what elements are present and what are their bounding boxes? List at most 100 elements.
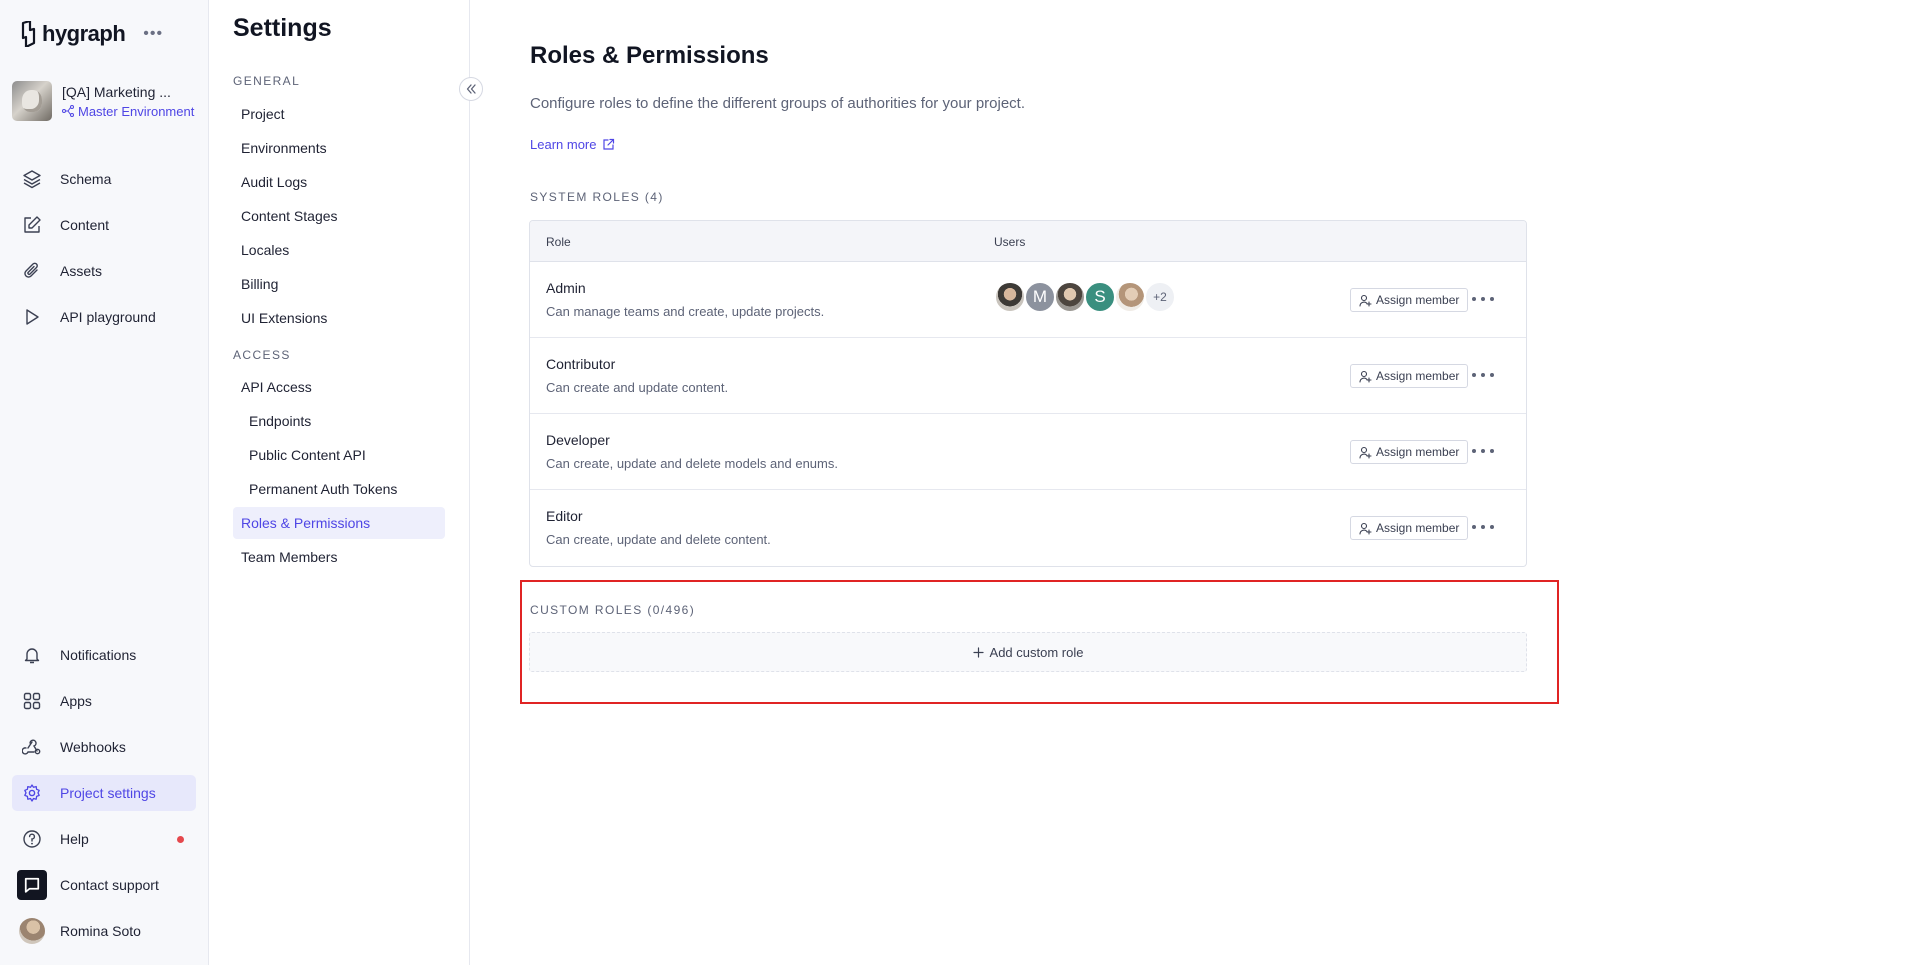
settings-item-audit-logs[interactable]: Audit Logs bbox=[233, 166, 445, 198]
settings-item-public-content-api[interactable]: Public Content API bbox=[233, 439, 445, 471]
section-label-general: GENERAL bbox=[233, 74, 301, 88]
nav-top: Schema Content Assets API playground bbox=[12, 161, 196, 345]
avatar: S bbox=[1084, 281, 1116, 313]
assign-member-label: Assign member bbox=[1376, 293, 1460, 307]
learn-more-link[interactable]: Learn more bbox=[530, 137, 615, 152]
settings-item-billing[interactable]: Billing bbox=[233, 268, 445, 300]
nav-label: Webhooks bbox=[60, 739, 126, 755]
main-content: Roles & Permissions Configure roles to d… bbox=[471, 0, 1916, 965]
nav-item-webhooks[interactable]: Webhooks bbox=[12, 729, 196, 765]
app-sidebar: hygraph ••• [QA] Marketing ... Master En… bbox=[0, 0, 209, 965]
nav-item-notifications[interactable]: Notifications bbox=[12, 637, 196, 673]
edit-icon bbox=[24, 216, 41, 233]
more-options-icon[interactable] bbox=[1472, 368, 1494, 382]
section-label-access: ACCESS bbox=[233, 348, 291, 362]
assign-member-button[interactable]: Assign member bbox=[1350, 364, 1469, 388]
nav-label: Help bbox=[60, 831, 89, 847]
paperclip-icon bbox=[24, 262, 38, 278]
settings-item-ui-extensions[interactable]: UI Extensions bbox=[233, 302, 445, 334]
settings-sidebar: Settings GENERAL Project Environments Au… bbox=[209, 0, 470, 965]
settings-item-api-access[interactable]: API Access bbox=[233, 371, 445, 403]
more-options-icon[interactable]: ••• bbox=[143, 25, 163, 43]
settings-item-endpoints[interactable]: Endpoints bbox=[233, 405, 445, 437]
settings-item-environments[interactable]: Environments bbox=[233, 132, 445, 164]
apps-grid-icon bbox=[23, 692, 41, 710]
nav-bottom: Notifications Apps Webhooks Project sett… bbox=[12, 637, 196, 959]
avatar: M bbox=[1024, 281, 1056, 313]
settings-item-team-members[interactable]: Team Members bbox=[233, 541, 445, 573]
nav-item-help[interactable]: Help bbox=[12, 821, 196, 857]
project-name: [QA] Marketing ... bbox=[62, 83, 171, 100]
role-name: Contributor bbox=[546, 356, 616, 372]
chat-icon bbox=[17, 870, 47, 900]
assign-member-button[interactable]: Assign member bbox=[1350, 440, 1469, 464]
avatar bbox=[1114, 281, 1146, 313]
nav-item-assets[interactable]: Assets bbox=[12, 253, 196, 289]
nav-label: Assets bbox=[60, 263, 103, 279]
role-name: Developer bbox=[546, 432, 610, 448]
assign-member-label: Assign member bbox=[1376, 369, 1460, 383]
role-name: Editor bbox=[546, 508, 583, 524]
assign-member-button[interactable]: Assign member bbox=[1350, 288, 1469, 312]
avatar bbox=[19, 918, 45, 944]
role-description: Can create, update and delete models and… bbox=[546, 456, 838, 471]
more-users-count: +2 bbox=[1144, 281, 1176, 313]
branch-icon bbox=[62, 105, 74, 117]
nav-label: Project settings bbox=[60, 785, 156, 801]
system-roles-label: SYSTEM ROLES (4) bbox=[530, 190, 664, 204]
assign-member-label: Assign member bbox=[1376, 521, 1460, 535]
avatar bbox=[1054, 281, 1086, 313]
nav-item-api-playground[interactable]: API playground bbox=[12, 299, 196, 335]
more-options-icon[interactable] bbox=[1472, 444, 1494, 458]
role-description: Can create and update content. bbox=[546, 380, 729, 395]
nav-item-contact-support[interactable]: Contact support bbox=[12, 867, 196, 903]
webhook-icon bbox=[22, 739, 41, 755]
help-circle-icon bbox=[23, 830, 41, 848]
user-plus-icon bbox=[1359, 370, 1372, 383]
settings-item-roles-permissions[interactable]: Roles & Permissions bbox=[233, 507, 445, 539]
nav-item-schema[interactable]: Schema bbox=[12, 161, 196, 197]
layers-icon bbox=[23, 170, 41, 189]
assign-member-label: Assign member bbox=[1376, 445, 1460, 459]
nav-label: Schema bbox=[60, 171, 112, 187]
external-link-icon bbox=[603, 138, 615, 150]
table-row[interactable]: Developer Can create, update and delete … bbox=[530, 414, 1526, 490]
environment-link[interactable]: Master Environment bbox=[62, 104, 194, 119]
learn-more-label: Learn more bbox=[530, 137, 597, 152]
more-options-icon[interactable] bbox=[1472, 292, 1494, 306]
project-thumbnail bbox=[12, 81, 52, 121]
hygraph-logo[interactable]: hygraph ••• bbox=[20, 20, 163, 48]
collapse-sidebar-button[interactable] bbox=[459, 77, 483, 101]
environment-name: Master Environment bbox=[78, 103, 195, 119]
table-row[interactable]: Admin Can manage teams and create, updat… bbox=[530, 262, 1526, 338]
nav-label: Apps bbox=[60, 693, 92, 709]
column-header-role: Role bbox=[546, 235, 571, 249]
hygraph-logo-icon bbox=[21, 21, 36, 47]
table-header: Role Users bbox=[530, 221, 1526, 262]
settings-item-locales[interactable]: Locales bbox=[233, 234, 445, 266]
page-title: Roles & Permissions bbox=[530, 42, 769, 69]
settings-item-permanent-auth-tokens[interactable]: Permanent Auth Tokens bbox=[233, 473, 445, 505]
nav-item-user-profile[interactable]: Romina Soto bbox=[12, 913, 196, 949]
notification-dot bbox=[177, 836, 184, 843]
table-row[interactable]: Contributor Can create and update conten… bbox=[530, 338, 1526, 414]
nav-label: Contact support bbox=[60, 877, 159, 893]
nav-item-apps[interactable]: Apps bbox=[12, 683, 196, 719]
project-switcher[interactable]: [QA] Marketing ... Master Environment bbox=[12, 81, 194, 121]
avatar bbox=[994, 281, 1026, 313]
settings-title: Settings bbox=[233, 14, 332, 42]
more-options-icon[interactable] bbox=[1472, 520, 1494, 534]
user-avatars[interactable]: M S +2 bbox=[994, 281, 1176, 313]
table-row[interactable]: Editor Can create, update and delete con… bbox=[530, 490, 1526, 566]
highlight-box bbox=[520, 580, 1559, 704]
assign-member-button[interactable]: Assign member bbox=[1350, 516, 1469, 540]
settings-item-project[interactable]: Project bbox=[233, 98, 445, 130]
role-description: Can manage teams and create, update proj… bbox=[546, 304, 825, 319]
system-roles-table: Role Users Admin Can manage teams and cr… bbox=[529, 220, 1527, 567]
user-name: Romina Soto bbox=[60, 923, 141, 939]
settings-item-content-stages[interactable]: Content Stages bbox=[233, 200, 445, 232]
nav-item-project-settings[interactable]: Project settings bbox=[12, 775, 196, 811]
nav-item-content[interactable]: Content bbox=[12, 207, 196, 243]
page-description: Configure roles to define the different … bbox=[530, 95, 1026, 112]
role-name: Admin bbox=[546, 280, 586, 296]
